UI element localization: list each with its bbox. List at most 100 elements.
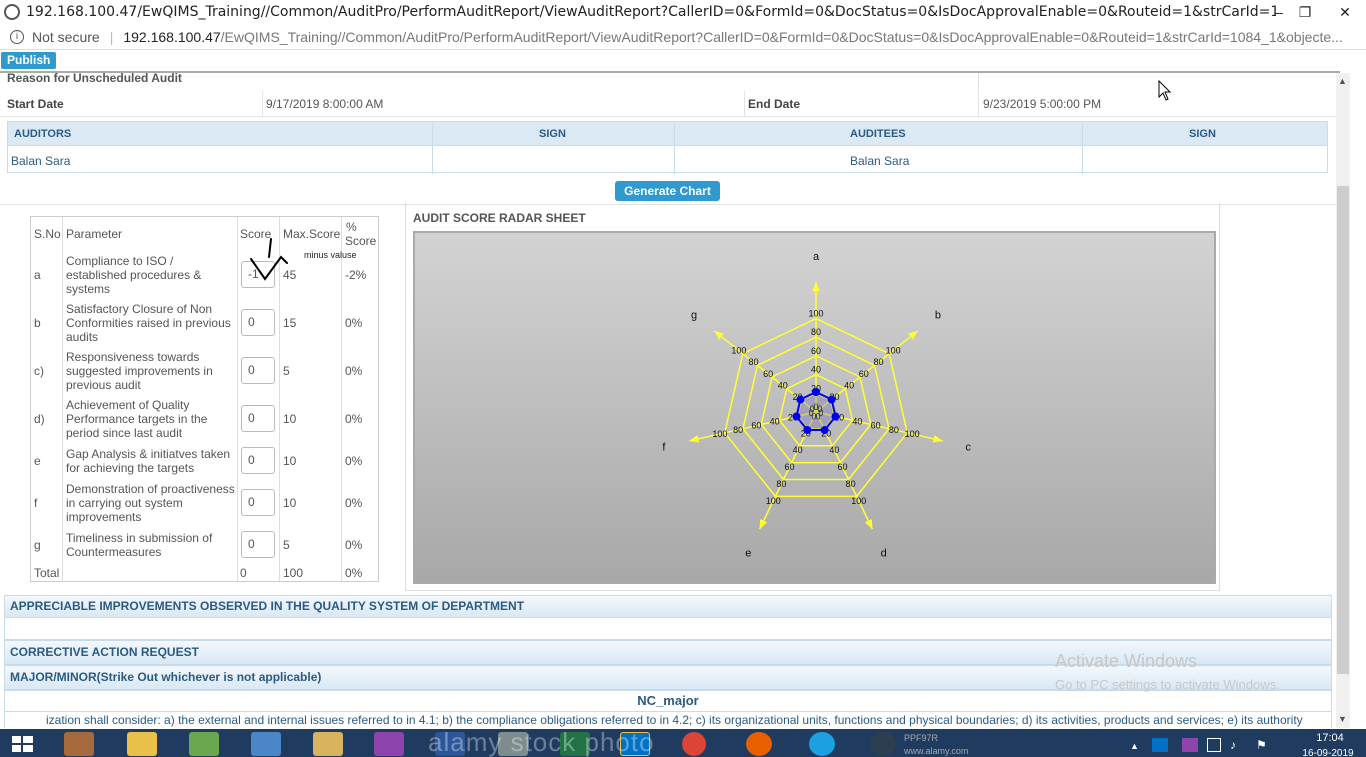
app-icon[interactable] (374, 732, 404, 756)
radar-category-label: c (965, 442, 971, 454)
clock-date[interactable]: 16-09-2019 (1296, 748, 1360, 757)
radar-data-point (803, 426, 812, 435)
row-c-parameter: Responsiveness towards suggested improve… (66, 350, 213, 392)
url-host: 192.168.100.47 (123, 28, 221, 45)
scrollbar-thumb[interactable] (1337, 186, 1349, 674)
stock-badge: PPF97R (904, 733, 939, 743)
publish-button[interactable]: Publish (1, 52, 57, 69)
address-separator: | (109, 28, 114, 45)
activation-watermark-text: Go to PC settings to activate Windows. (1055, 677, 1280, 692)
radar-tick-label: 60 (811, 346, 821, 356)
radar-tick-label: 40 (778, 381, 788, 391)
internet-explorer-icon[interactable] (809, 732, 835, 756)
row-f-pct: 0% (345, 496, 363, 510)
radar-tick-label: 100 (905, 429, 920, 439)
radar-data-point (812, 388, 820, 396)
radar-tick-label: 100 (712, 429, 727, 439)
tray-outlook-icon[interactable] (1152, 738, 1168, 752)
row-c-sno: c) (34, 364, 44, 378)
radar-category-label: f (662, 442, 666, 454)
row-d-sno: d) (34, 412, 45, 426)
row-e-parameter: Gap Analysis & initiatves taken for achi… (66, 447, 231, 475)
row-a-parameter: Compliance to ISO / established procedur… (66, 254, 202, 296)
info-icon[interactable]: i (10, 29, 24, 44)
radar-tick-label: 60 (838, 462, 848, 472)
row-f-parameter: Demonstration of proactiveness in carryi… (66, 482, 235, 524)
row-e-sno: e (34, 454, 41, 468)
col-pct-score-symbol: % (346, 220, 357, 234)
divider (262, 91, 263, 117)
radar-tick-label: 40 (811, 365, 821, 375)
divider (432, 122, 433, 174)
radar-tick-label: 40 (852, 416, 862, 426)
divider (341, 217, 342, 581)
row-d-max: 10 (283, 412, 297, 426)
safari-icon[interactable] (251, 732, 281, 756)
radar-axis-arrow (812, 282, 820, 292)
url-path: /EwQIMS_Training//Common/AuditPro/Perfor… (220, 28, 1343, 45)
row-g-sno: g (34, 538, 41, 552)
row-b-score-input[interactable]: 0 (241, 309, 275, 336)
stock-watermark: alamy stock photo (428, 727, 655, 757)
row-g-parameter: Timeliness in submission of Countermeasu… (66, 531, 213, 559)
start-date-value: 9/17/2019 8:00:00 AM (266, 97, 384, 111)
tray-network-icon[interactable] (1207, 738, 1221, 752)
activation-watermark-title: Activate Windows (1055, 651, 1198, 671)
tray-flag-icon[interactable]: ⚑ (1256, 738, 1270, 752)
stock-badge-site: www.alamy.com (904, 746, 969, 756)
paint-app-icon[interactable] (64, 732, 94, 756)
radar-category-label: g (691, 310, 697, 322)
radar-tick-label: 80 (873, 357, 883, 367)
divider (1082, 122, 1083, 174)
radar-tick-label: 80 (846, 479, 856, 489)
row-b-pct: 0% (345, 316, 363, 330)
generate-chart-button[interactable]: Generate Chart (615, 181, 720, 201)
row-c-score-input[interactable]: 0 (241, 357, 275, 384)
radar-category-label: b (935, 310, 941, 322)
window-title-bar: 192.168.100.47/EwQIMS_Training//Common/A… (0, 0, 1366, 24)
end-date-value: 9/23/2019 5:00:00 PM (983, 97, 1102, 111)
firefox-icon[interactable] (746, 732, 772, 756)
nc-major-text: ization shall consider: a) the external … (4, 711, 1332, 728)
radar-tick-label: 100 (766, 496, 781, 506)
row-g-score-input[interactable]: 0 (241, 531, 275, 558)
mouse-cursor-icon (1158, 80, 1172, 101)
chrome-icon[interactable] (682, 732, 706, 756)
reason-label: Reason for Unscheduled Audit (7, 73, 182, 85)
row-d-score-input[interactable]: 0 (241, 405, 275, 432)
divider (674, 122, 675, 174)
row-d-parameter: Achievement of Quality Performance targe… (66, 398, 208, 440)
tray-app-icon[interactable] (1182, 738, 1198, 752)
auditees-header: AUDITEES (850, 128, 906, 140)
url-text[interactable]: 192.168.100.47/EwQIMS_Training//Common/A… (123, 29, 1353, 45)
address-bar[interactable]: i Not secure | 192.168.100.47/EwQIMS_Tra… (0, 24, 1366, 50)
row-b-parameter: Satisfactory Closure of Non Conformities… (66, 302, 231, 344)
eclipse-icon[interactable] (870, 732, 896, 756)
auditors-header: AUDITORS (14, 128, 72, 140)
row-e-max: 10 (283, 454, 297, 468)
radar-tick-label: 100 (851, 496, 866, 506)
radar-tick-label: 60 (763, 369, 773, 379)
radar-tick-label: 60 (859, 369, 869, 379)
notepad-icon[interactable] (189, 732, 219, 756)
folder-icon[interactable] (313, 732, 343, 756)
radar-tick-label: 40 (770, 416, 780, 426)
tray-volume-icon[interactable]: ♪ (1230, 738, 1244, 752)
security-status[interactable]: Not secure (32, 29, 100, 45)
total-label: Total (34, 566, 60, 580)
close-button[interactable]: ✕ (1330, 0, 1360, 24)
start-button[interactable] (8, 732, 38, 756)
row-f-score-input[interactable]: 0 (241, 489, 275, 516)
row-e-score-input[interactable]: 0 (241, 447, 275, 474)
radar-chart-svg: a020406080100b020406080100c020406080100d… (662, 251, 971, 560)
row-d-pct: 0% (345, 412, 363, 426)
restore-button[interactable]: ❐ (1290, 0, 1320, 24)
radar-data-point (820, 426, 829, 435)
scroll-up-arrow[interactable]: ▲ (1338, 76, 1347, 86)
scroll-down-arrow[interactable]: ▼ (1338, 714, 1347, 724)
tray-up-arrow-icon[interactable]: ▲ (1130, 741, 1140, 751)
radar-tick-label: 40 (844, 381, 854, 391)
row-g-pct: 0% (345, 538, 363, 552)
file-explorer-icon[interactable] (127, 732, 157, 756)
clock-time[interactable]: 17:04 (1300, 732, 1360, 744)
